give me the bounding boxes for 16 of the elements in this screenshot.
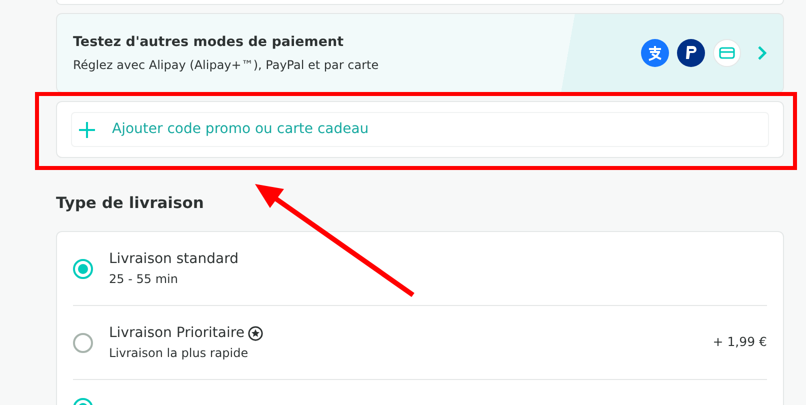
section-heading: Type de livraison bbox=[56, 193, 205, 214]
card-icon bbox=[713, 39, 741, 67]
option-title: Livraison Prioritaire bbox=[109, 324, 244, 344]
banner-subtitle: Réglez avec Alipay (Alipay+™), PayPal et par carte bbox=[73, 57, 379, 74]
radio-button[interactable] bbox=[73, 258, 93, 279]
radio-button[interactable] bbox=[73, 332, 93, 353]
banner-title: Testez d'autres modes de paiement bbox=[73, 32, 345, 52]
chevron-right-icon bbox=[757, 45, 767, 61]
option-detail: Livraison la plus rapide bbox=[109, 345, 250, 362]
payment-methods-banner[interactable]: Testez d'autres modes de paiement Réglez avec Alipay (Alipay+™), PayPal et par carte bbox=[56, 13, 784, 93]
plus-icon bbox=[78, 120, 96, 138]
paypal-logo-icon bbox=[677, 39, 705, 67]
option-title: Livraison standard bbox=[109, 250, 238, 270]
option-price: + 1,99 € bbox=[712, 333, 767, 352]
option-detail: 25 - 55 min bbox=[109, 271, 179, 288]
alipay-logo-icon bbox=[641, 39, 669, 67]
